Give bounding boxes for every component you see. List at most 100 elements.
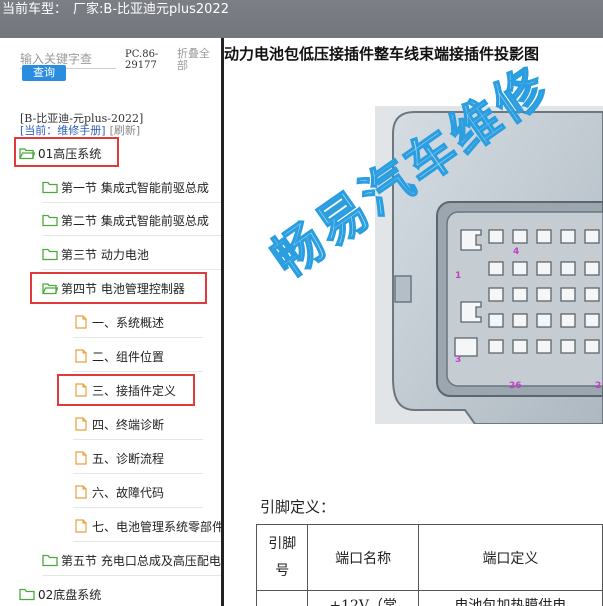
tree-item-doc-components[interactable]: 七、电池管理系统零部件 bbox=[73, 516, 221, 536]
collapse-all-button[interactable]: 折叠全部 bbox=[177, 48, 219, 72]
tree-item-label: 六、故障代码 bbox=[92, 485, 165, 500]
folder-icon bbox=[19, 588, 35, 601]
table-header-pin: 引脚号 bbox=[255, 524, 309, 591]
pin-cavity bbox=[488, 261, 504, 276]
pin-cavity bbox=[488, 339, 504, 354]
pin-cavity bbox=[536, 339, 552, 354]
pin-cavity bbox=[488, 313, 504, 328]
pin-label-26: 26 bbox=[509, 381, 522, 391]
table-cell-port-def: 电池包加热膜供电 bbox=[417, 590, 603, 606]
tree-item-label: 二、组件位置 bbox=[92, 349, 165, 364]
pin-cavity bbox=[512, 287, 528, 302]
tree-item-label: 七、电池管理系统零部件 bbox=[92, 519, 221, 534]
tree-item-section-5[interactable]: 第五节 充电口总成及高压配电 bbox=[42, 550, 221, 570]
separator bbox=[42, 202, 221, 203]
car-model: B-比亚迪元plus2022 bbox=[103, 2, 229, 17]
pin-cavity bbox=[584, 261, 600, 276]
pin-cavity bbox=[536, 261, 552, 276]
pin-cavity-large bbox=[454, 337, 478, 357]
tree-item-doc-terminal[interactable]: 四、终端诊断 bbox=[73, 414, 221, 434]
document-icon bbox=[75, 315, 87, 329]
tree-item-label: 第二节 集成式智能前驱总成 bbox=[61, 213, 209, 228]
sidebar: 查询 PC.86-29177 折叠全部 [B-比亚迪-元plus-2022] [… bbox=[0, 38, 221, 606]
tree-item-label: 第五节 充电口总成及高压配电 bbox=[61, 553, 221, 568]
refresh-link[interactable]: [刷新] bbox=[110, 124, 141, 137]
tree-item-section-1[interactable]: 第一节 集成式智能前驱总成 bbox=[42, 177, 221, 197]
tree-item-label: 五、诊断流程 bbox=[92, 451, 165, 466]
pin-cavity bbox=[536, 313, 552, 328]
document-icon bbox=[75, 519, 87, 533]
pin-cavity bbox=[512, 339, 528, 354]
folder-icon bbox=[42, 181, 58, 194]
current-manual: [当前：维修手册] bbox=[20, 124, 106, 137]
pin-cavity bbox=[512, 229, 528, 244]
tree-item-doc-flow[interactable]: 五、诊断流程 bbox=[73, 448, 221, 468]
tree-item-label: 02底盘系统 bbox=[38, 587, 102, 602]
document-content: 动力电池包低压接插件整车线束端接插件投影图 1 3 4 26 2 引脚定义： 引… bbox=[224, 38, 603, 606]
tree-item-label: 一、系统概述 bbox=[92, 315, 165, 330]
pin-cavity bbox=[560, 313, 576, 328]
query-button[interactable]: 查询 bbox=[22, 65, 66, 81]
pin-cavity bbox=[584, 229, 600, 244]
pin-cavity bbox=[488, 229, 504, 244]
table-row: +12V（常 电池包加热膜供电 bbox=[255, 590, 603, 606]
tree-item-label: 四、终端诊断 bbox=[92, 417, 165, 432]
pin-cavity bbox=[560, 261, 576, 276]
table-header-port-def: 端口定义 bbox=[417, 524, 603, 591]
separator bbox=[73, 507, 203, 508]
pin-label-4: 4 bbox=[513, 247, 519, 257]
highlight-box bbox=[14, 137, 119, 167]
pin-cavity bbox=[584, 287, 600, 302]
tree-item-label: 第三节 动力电池 bbox=[61, 247, 149, 262]
document-icon bbox=[75, 417, 87, 431]
title-bar: 当前车型： 厂家:B-比亚迪元plus2022 bbox=[0, 0, 603, 38]
manual-line: [当前：维修手册] [刷新] bbox=[20, 122, 140, 138]
table-header-row: 引脚号 端口名称 端口定义 bbox=[255, 524, 603, 591]
tree-item-label: 第一节 集成式智能前驱总成 bbox=[61, 180, 209, 195]
pin-label-1: 1 bbox=[455, 271, 461, 281]
separator bbox=[73, 337, 203, 338]
pin-cavity bbox=[536, 229, 552, 244]
pin-cavity bbox=[536, 287, 552, 302]
folder-icon bbox=[42, 554, 58, 567]
pc-info: PC.86-29177 bbox=[125, 49, 159, 71]
pin-cavity bbox=[512, 313, 528, 328]
folder-icon bbox=[42, 248, 58, 261]
table-cell-pin bbox=[255, 590, 309, 606]
document-icon bbox=[75, 349, 87, 363]
tree-item-section-3[interactable]: 第三节 动力电池 bbox=[42, 244, 221, 264]
tree-item-doc-location[interactable]: 二、组件位置 bbox=[73, 346, 221, 366]
tree-item-doc-overview[interactable]: 一、系统概述 bbox=[73, 312, 221, 332]
pin-definition-title: 引脚定义： bbox=[260, 498, 336, 516]
pin-definition-table: 引脚号 端口名称 端口定义 +12V（常 电池包加热膜供电 bbox=[255, 524, 603, 606]
pin-cavity bbox=[512, 261, 528, 276]
pin-cavity bbox=[560, 229, 576, 244]
document-title: 动力电池包低压接插件整车线束端接插件投影图 bbox=[224, 45, 540, 63]
table-header-port-name: 端口名称 bbox=[307, 524, 419, 591]
app-window: 当前车型： 厂家:B-比亚迪元plus2022 查询 PC.86-29177 折叠… bbox=[0, 0, 603, 606]
tree-item-section-2[interactable]: 第二节 集成式智能前驱总成 bbox=[42, 210, 221, 230]
document-icon bbox=[75, 451, 87, 465]
separator bbox=[73, 371, 203, 372]
folder-icon bbox=[42, 214, 58, 227]
tree-item-doc-dtc[interactable]: 六、故障代码 bbox=[73, 482, 221, 502]
pin-label-3: 3 bbox=[455, 355, 461, 365]
connector-image: 1 3 4 26 2 bbox=[392, 111, 603, 424]
tree-item-chassis[interactable]: 02底盘系统 bbox=[19, 584, 221, 604]
highlight-box bbox=[30, 272, 207, 304]
table-cell-port-name: +12V（常 bbox=[307, 590, 419, 606]
pin-cavity bbox=[584, 313, 600, 328]
car-type-label: 当前车型： bbox=[2, 2, 68, 17]
pin-cavity bbox=[560, 287, 576, 302]
manufacturer-label: 厂家: bbox=[73, 2, 104, 17]
document-icon bbox=[75, 485, 87, 499]
connector-figure: 1 3 4 26 2 bbox=[375, 106, 603, 424]
highlight-box bbox=[57, 374, 195, 406]
separator bbox=[42, 575, 221, 576]
separator bbox=[42, 269, 221, 270]
connector-latch bbox=[394, 275, 412, 303]
pin-cavity bbox=[488, 287, 504, 302]
separator bbox=[73, 473, 203, 474]
separator bbox=[73, 541, 221, 542]
pin-cavity bbox=[560, 339, 576, 354]
